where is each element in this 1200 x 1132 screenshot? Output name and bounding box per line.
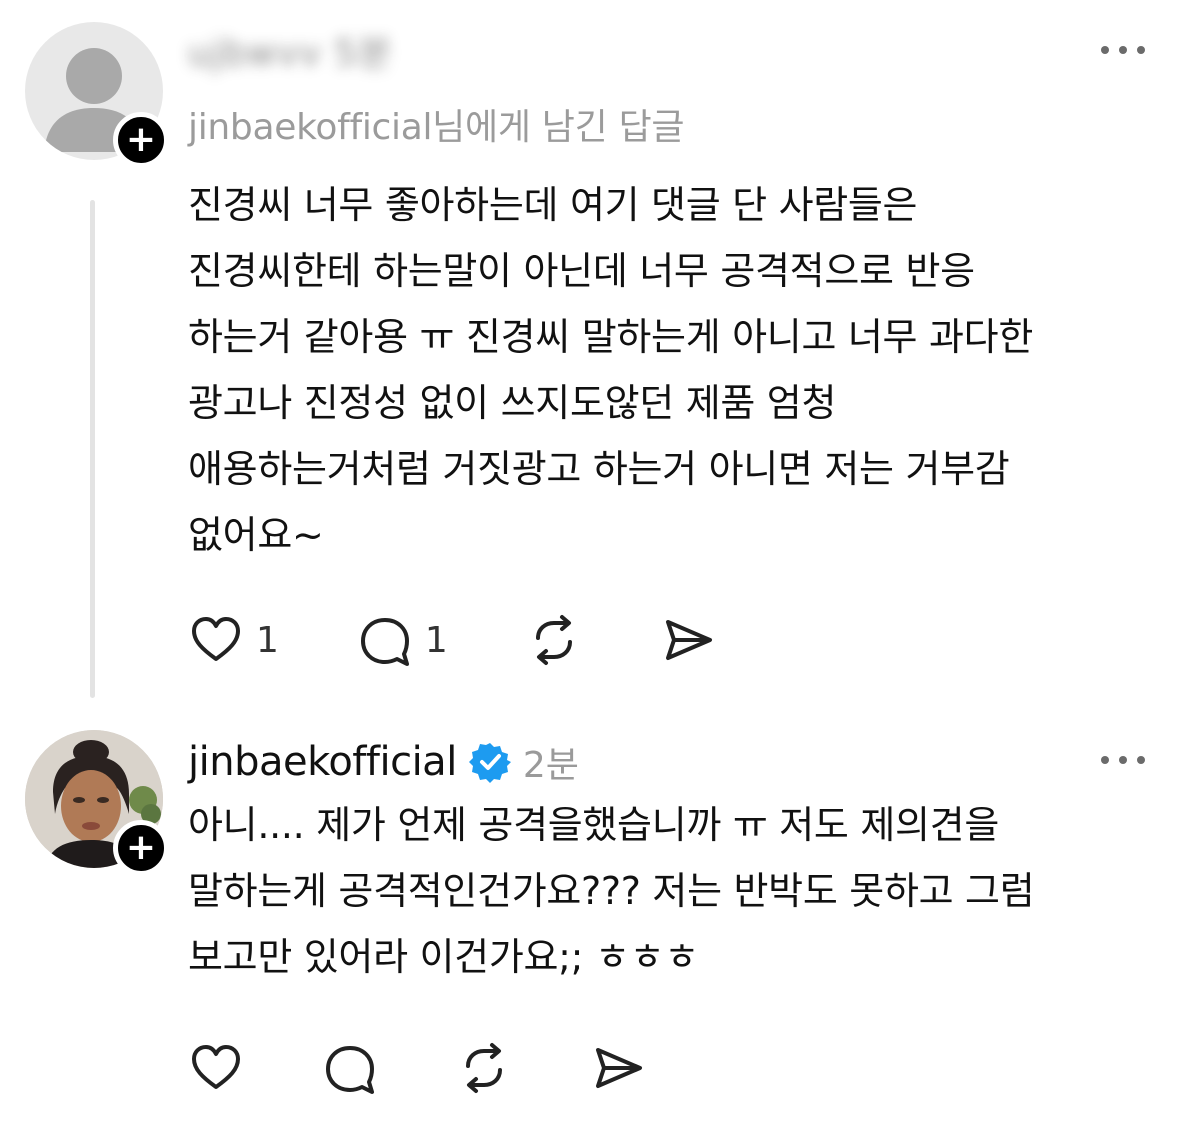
body-line: 진경씨 너무 좋아하는데 여기 댓글 단 사람들은 — [188, 183, 918, 227]
post-time: 2분 — [522, 745, 579, 786]
body-line: 하는거 같아용 ㅠ 진경씨 말하는게 아니고 너무 과다한 — [188, 315, 1033, 359]
action-bar: 1 1 — [188, 612, 794, 668]
body-line: 애용하는거처럼 거짓광고 하는거 아니면 저는 거부감 — [188, 447, 1010, 491]
follow-button[interactable]: + — [113, 820, 169, 876]
thread-line — [90, 200, 95, 698]
repost-arrows-icon — [535, 615, 572, 665]
verified-badge-icon — [468, 743, 511, 783]
body-line: 없어요~ — [188, 513, 324, 557]
follow-button[interactable]: + — [113, 112, 169, 168]
post-header: jinbaekofficial 2분 — [188, 734, 579, 790]
heart-icon — [192, 1045, 240, 1089]
heart-icon — [192, 617, 240, 661]
comment-bubble-icon — [326, 1046, 374, 1094]
send-paper-plane-icon — [596, 1048, 642, 1088]
body-line: 보고만 있어라 이건가요;; ㅎㅎㅎ — [188, 935, 699, 979]
action-bar — [188, 1040, 724, 1096]
body-line: 말하는게 공격적인건가요??? 저는 반박도 못하고 그럼 — [188, 869, 1035, 913]
username-obscured[interactable]: ujbwvv 5분 — [188, 24, 392, 76]
repost-button[interactable] — [456, 1040, 512, 1096]
post-header: ujbwvv 5분 — [188, 22, 392, 78]
body-line: 아니.... 제가 언제 공격을했습니까 ㅠ 저도 제의견을 — [188, 803, 999, 847]
avatar-container[interactable]: + — [25, 22, 169, 168]
threads-comment-view: + ujbwvv 5분 jinbaekofficial님에게 남긴 답글 진경씨… — [0, 0, 1200, 1132]
username[interactable]: jinbaekofficial — [188, 739, 457, 785]
reply-to-label: jinbaekofficial님에게 남긴 답글 — [188, 107, 685, 148]
comment-bubble-icon — [360, 618, 409, 666]
post-body: 진경씨 너무 좋아하는데 여기 댓글 단 사람들은 진경씨한테 하는말이 아닌데… — [188, 172, 1168, 568]
reply-post-1: + ujbwvv 5분 jinbaekofficial님에게 남긴 답글 진경씨… — [0, 0, 1200, 712]
comment-count: 1 — [424, 619, 448, 661]
send-paper-plane-icon — [665, 620, 712, 660]
repost-button[interactable] — [526, 612, 582, 668]
post-body: 아니.... 제가 언제 공격을했습니까 ㅠ 저도 제의견을 말하는게 공격적인… — [188, 792, 1168, 990]
body-line: 광고나 진정성 없이 쓰지도않던 제품 엄청 — [188, 381, 837, 425]
share-button[interactable] — [660, 612, 716, 668]
reply-post-2: + jinbaekofficial 2분 아니.... 제가 언제 공격을했습니… — [0, 712, 1200, 1132]
repost-arrows-icon — [466, 1043, 502, 1093]
more-dots-icon[interactable] — [1101, 44, 1145, 56]
like-count: 1 — [256, 619, 279, 661]
comment-button[interactable]: 1 — [357, 612, 448, 668]
like-button[interactable]: 1 — [188, 612, 279, 668]
body-line: 진경씨한테 하는말이 아닌데 너무 공격적으로 반응 — [188, 249, 975, 293]
like-button[interactable] — [188, 1040, 244, 1096]
avatar-container[interactable]: + — [25, 730, 169, 876]
more-dots-icon[interactable] — [1101, 754, 1145, 766]
comment-button[interactable] — [322, 1040, 378, 1096]
share-button[interactable] — [590, 1040, 646, 1096]
